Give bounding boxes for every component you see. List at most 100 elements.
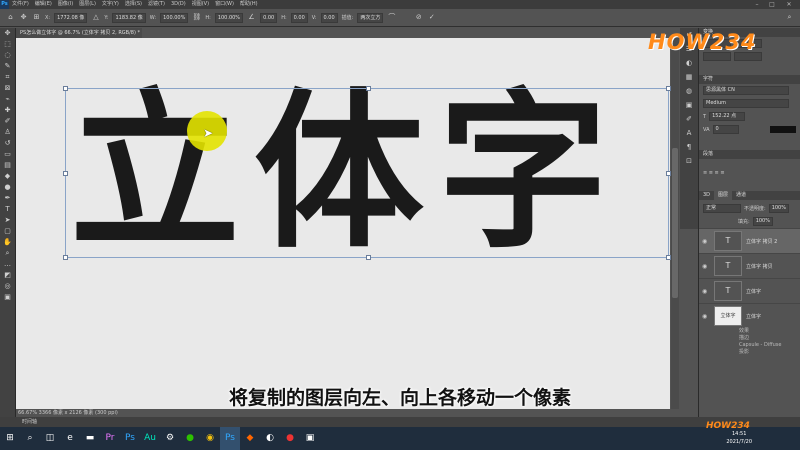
close-icon[interactable]: ✕	[782, 0, 796, 9]
layer-row[interactable]: ◉ T 立体字 拷贝	[699, 253, 800, 278]
character-panel-icon[interactable]: A	[680, 126, 698, 140]
transform-handle[interactable]	[366, 255, 371, 260]
document-tab[interactable]: PS怎么做立体字 @ 66.7% (立体字 拷贝 2, RGB/8) *	[16, 28, 142, 38]
maximize-icon[interactable]: □	[765, 0, 779, 9]
record-icon[interactable]: ●	[280, 427, 300, 450]
transform-bounding-box[interactable]	[63, 86, 671, 260]
brush-tool-icon[interactable]: ✐	[0, 116, 15, 127]
gradient-tool-icon[interactable]: ▤	[0, 160, 15, 171]
vertical-scrollbar[interactable]	[671, 38, 679, 409]
transform-handle[interactable]	[63, 255, 68, 260]
wechat-icon[interactable]: ●	[180, 427, 200, 450]
windows-start-icon[interactable]: ⊞	[0, 427, 20, 450]
path-select-icon[interactable]: ➤	[0, 215, 15, 226]
menu-item-layer[interactable]: 图层(L)	[76, 0, 99, 9]
opacity-field[interactable]: 100%	[768, 204, 789, 213]
layer-row[interactable]: ◉ T 立体字	[699, 278, 800, 303]
move-tool-icon[interactable]: ✥	[0, 28, 15, 39]
blur-tool-icon[interactable]: ◆	[0, 171, 15, 182]
eye-icon[interactable]: ◉	[702, 313, 710, 320]
minimize-icon[interactable]: –	[750, 0, 764, 9]
screen-mode-icon[interactable]: ▣	[0, 292, 15, 303]
h-field[interactable]: 100.00%	[214, 12, 244, 23]
task-view-icon[interactable]: ◫	[40, 427, 60, 450]
y-field[interactable]: 1183.82 像	[112, 12, 146, 23]
cancel-icon[interactable]: ⊘	[414, 13, 423, 22]
timeline-panel[interactable]: 时间轴	[0, 417, 800, 427]
menu-item-view[interactable]: 视图(V)	[189, 0, 212, 9]
reference-point-icon[interactable]: ⊞	[32, 13, 41, 22]
menu-item-type[interactable]: 文字(Y)	[99, 0, 122, 9]
tab-layers[interactable]: 图层	[714, 191, 733, 200]
audition-icon[interactable]: Au	[140, 427, 160, 450]
marquee-tool-icon[interactable]: ⬚	[0, 39, 15, 50]
type-tool-icon[interactable]: T	[0, 204, 15, 215]
eye-icon[interactable]: ◉	[702, 288, 710, 295]
character-header[interactable]: 字符	[699, 75, 800, 84]
paragraph-align[interactable]: ≡ ≡ ≡ ≡	[699, 159, 800, 187]
brush-panel-icon[interactable]: ✐	[680, 112, 698, 126]
paragraph-panel-icon[interactable]: ¶	[680, 140, 698, 154]
app-icon[interactable]: ▣	[300, 427, 320, 450]
zoom-tool-icon[interactable]: ⌕	[0, 248, 15, 259]
color-icon[interactable]: ◍	[680, 84, 698, 98]
tab-channels[interactable]: 通道	[732, 191, 750, 200]
x-field[interactable]: 1772.08 像	[54, 12, 88, 23]
libraries-icon[interactable]: ▣	[680, 98, 698, 112]
menu-item-edit[interactable]: 编辑(E)	[32, 0, 55, 9]
more-tools-icon[interactable]: …	[0, 259, 15, 270]
font-size-field[interactable]: 152.22 点	[709, 112, 746, 121]
photoshop-active-icon[interactable]: Ps	[220, 427, 240, 450]
menu-item-window[interactable]: 窗口(W)	[212, 0, 237, 9]
menu-item-file[interactable]: 文件(F)	[9, 0, 32, 9]
quick-select-icon[interactable]: ✎	[0, 61, 15, 72]
fill-field[interactable]: 100%	[752, 217, 773, 226]
eye-icon[interactable]: ◉	[702, 263, 710, 270]
dodge-tool-icon[interactable]: ●	[0, 182, 15, 193]
warp-icon[interactable]: ⌒	[387, 13, 396, 22]
scrollbar-thumb[interactable]	[672, 148, 678, 298]
interp-select[interactable]: 两次立方	[357, 12, 384, 23]
home-icon[interactable]: ⌂	[6, 13, 15, 22]
quick-mask-icon[interactable]: ◎	[0, 281, 15, 292]
eyedropper-icon[interactable]: ⌁	[0, 94, 15, 105]
layer-row[interactable]: ◉ T 立体字 拷贝 2	[699, 228, 800, 253]
healing-brush-icon[interactable]: ✚	[0, 105, 15, 116]
color-swatch-icon[interactable]: ◩	[0, 270, 15, 281]
app-icon[interactable]: ◐	[260, 427, 280, 450]
font-style-select[interactable]: Medium	[703, 99, 789, 108]
angle-field[interactable]: 0.00	[260, 12, 278, 23]
glyphs-icon[interactable]: ⊡	[680, 154, 698, 168]
swatches-icon[interactable]: ▦	[680, 70, 698, 84]
blend-mode-select[interactable]: 正常	[703, 204, 741, 213]
photoshop-icon[interactable]: Ps	[120, 427, 140, 450]
menu-item-image[interactable]: 图像(I)	[55, 0, 76, 9]
h-skew-field[interactable]: 0.00	[290, 12, 308, 23]
menu-item-filter[interactable]: 滤镜(T)	[145, 0, 168, 9]
w-field[interactable]: 100.00%	[160, 12, 189, 23]
stamp-tool-icon[interactable]: ♙	[0, 127, 15, 138]
premiere-icon[interactable]: Pr	[100, 427, 120, 450]
menu-item-3d[interactable]: 3D(D)	[168, 0, 189, 9]
hand-tool-icon[interactable]: ✋	[0, 237, 15, 248]
font-family-select[interactable]: 思源黑体 CN	[703, 86, 789, 95]
menu-item-help[interactable]: 帮助(H)	[237, 0, 261, 9]
photoshop-logo-icon[interactable]: Ps	[0, 0, 9, 9]
settings-icon[interactable]: ⚙	[160, 427, 180, 450]
search-icon[interactable]: ⌕	[20, 427, 40, 450]
chrome-icon[interactable]: ◉	[200, 427, 220, 450]
layer-row[interactable]: ◉ 立体字 立体字	[699, 303, 800, 328]
paragraph-header[interactable]: 段落	[699, 150, 800, 159]
frame-tool-icon[interactable]: ⊠	[0, 83, 15, 94]
tracking-field[interactable]: 0	[712, 125, 739, 134]
clock[interactable]: 14:51 2021/7/20	[726, 430, 752, 446]
transform-handle[interactable]	[63, 171, 68, 176]
crop-tool-icon[interactable]: ⌗	[0, 72, 15, 83]
file-explorer-icon[interactable]: ▬	[80, 427, 100, 450]
menu-item-select[interactable]: 选择(S)	[122, 0, 145, 9]
link-icon[interactable]: ⛓	[192, 13, 201, 22]
color-swatch[interactable]	[770, 126, 796, 133]
pen-tool-icon[interactable]: ✒	[0, 193, 15, 204]
transform-handle[interactable]	[63, 86, 68, 91]
move-tool-icon[interactable]: ✥	[19, 13, 28, 22]
